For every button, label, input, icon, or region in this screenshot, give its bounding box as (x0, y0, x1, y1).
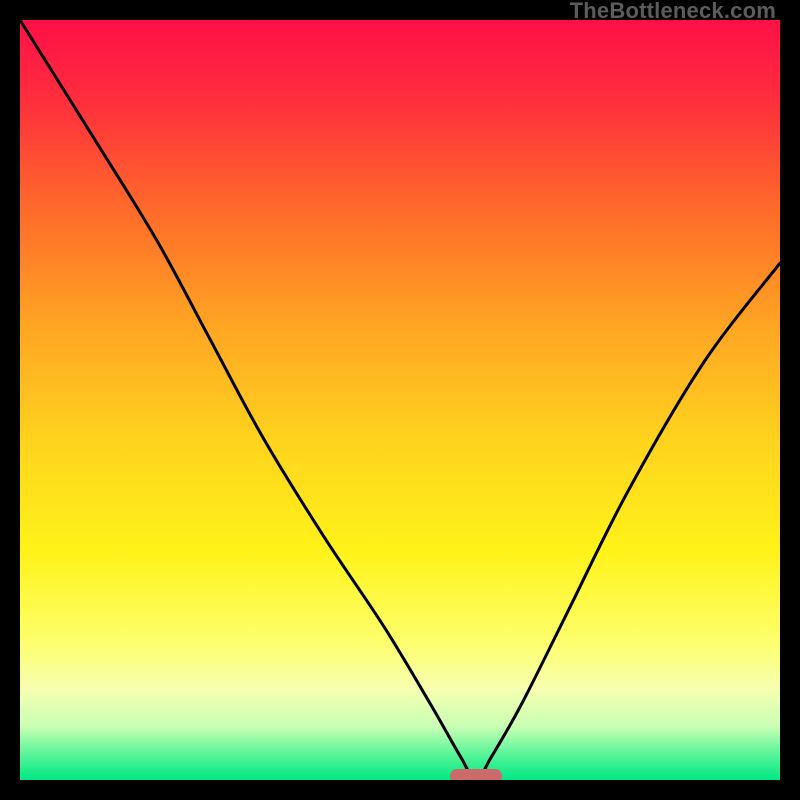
bottleneck-curve (20, 20, 780, 780)
watermark-text: TheBottleneck.com (570, 0, 776, 24)
optimal-marker (450, 769, 502, 780)
plot-area (20, 20, 780, 780)
chart-frame: TheBottleneck.com (0, 0, 800, 800)
